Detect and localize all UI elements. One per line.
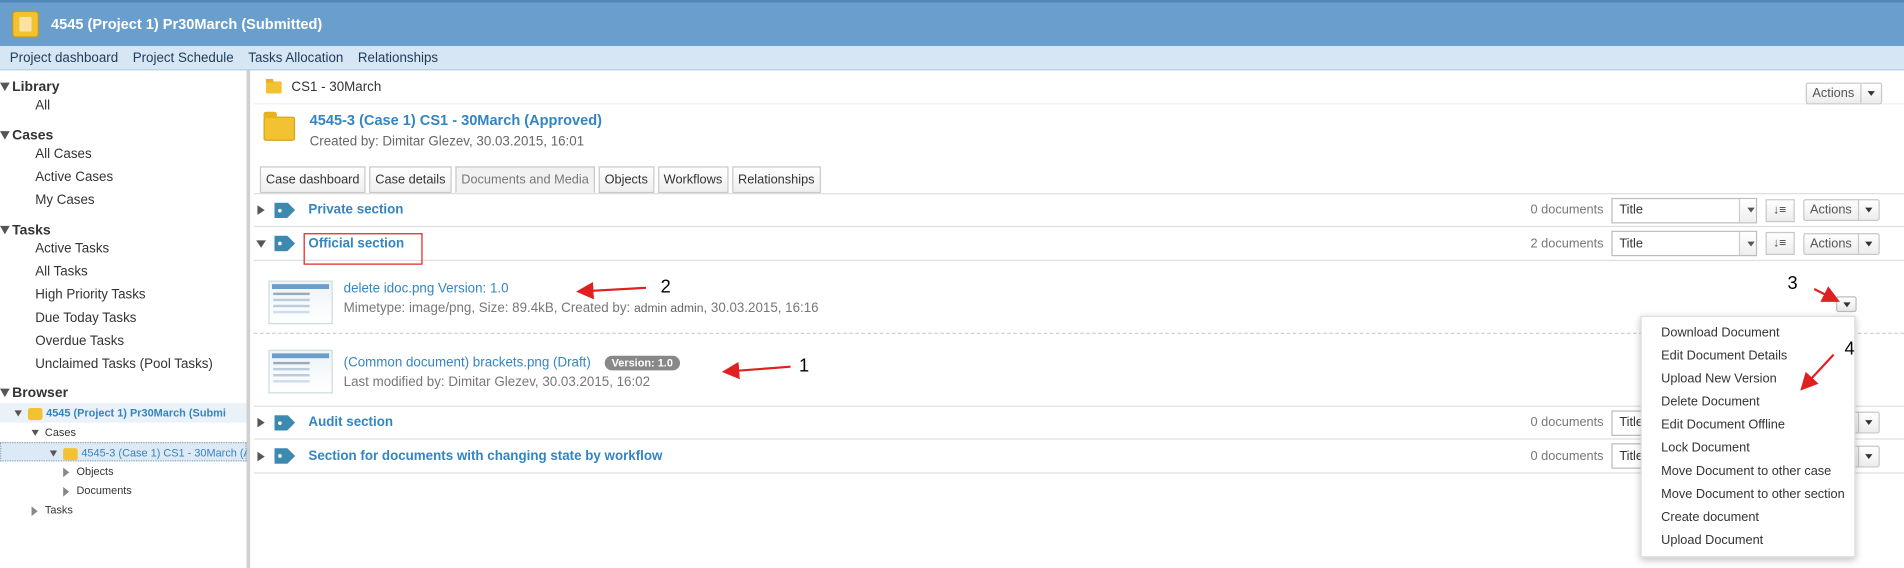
annotation-arrow <box>576 281 647 300</box>
app-window: 4545 (Project 1) Pr30March (Submitted) P… <box>0 0 1904 568</box>
annotation-arrow <box>1800 353 1835 391</box>
annotation-arrow <box>1813 286 1840 302</box>
annotation-arrow <box>721 361 791 380</box>
annotation-arrows <box>576 281 1840 391</box>
